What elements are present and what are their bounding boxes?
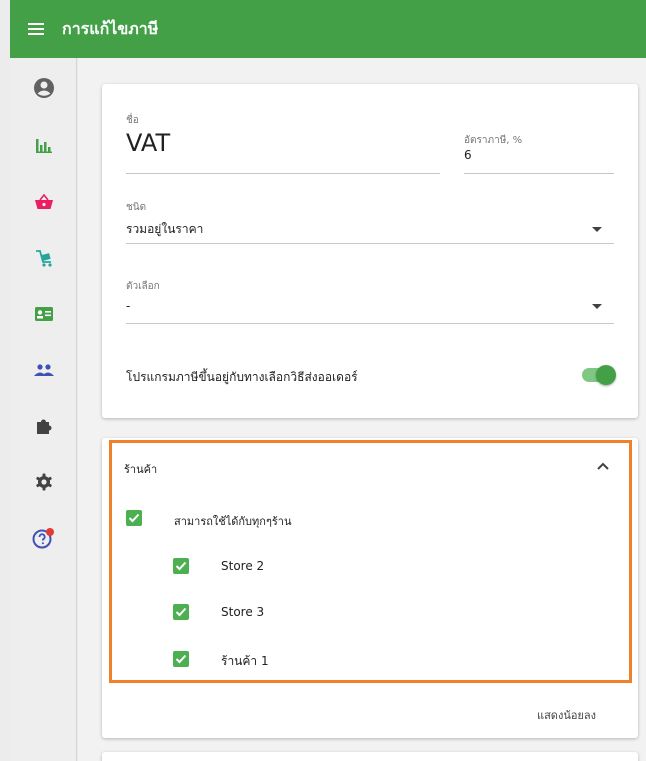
- sidebar-item-reports[interactable]: [10, 126, 77, 166]
- menu-button[interactable]: [10, 0, 62, 58]
- option-select[interactable]: ตัวเลือก -: [126, 275, 614, 324]
- sidebar-item-customers[interactable]: [10, 294, 77, 334]
- toggle-thumb: [596, 365, 616, 385]
- sidebar-item-employees[interactable]: [10, 350, 77, 390]
- dining-option-toggle-label: โปรแกรมภาษีขึ้นอยู่กับทางเลือกวิธีส่งออเ…: [126, 370, 358, 384]
- app-bar: การแก้ไขภาษี: [10, 0, 646, 58]
- rate-label: อัตราภาษี, %: [464, 135, 523, 146]
- highlight-box: [109, 440, 632, 683]
- cart-icon: [35, 250, 52, 267]
- rate-underline: [464, 173, 614, 174]
- menu-icon: [28, 23, 44, 35]
- chevron-down-icon: [592, 227, 602, 232]
- help-icon: [32, 528, 54, 549]
- chevron-down-icon: [592, 304, 602, 309]
- sidebar-item-help[interactable]: [10, 518, 77, 558]
- next-card: [102, 752, 638, 761]
- type-underline: [126, 243, 614, 244]
- shopping-basket-icon: [34, 194, 53, 209]
- page-title: การแก้ไขภาษี: [62, 18, 159, 38]
- bar-chart-icon: [35, 139, 52, 153]
- people-icon: [33, 364, 54, 376]
- settings-icon: [35, 473, 52, 491]
- dining-option-toggle[interactable]: [580, 364, 616, 386]
- sidebar-item-inventory[interactable]: [10, 238, 77, 278]
- name-label: ชื่อ: [126, 115, 139, 126]
- name-input[interactable]: VAT: [126, 129, 170, 157]
- sidebar: [10, 58, 77, 761]
- name-underline: [126, 173, 440, 174]
- puzzle-icon: [36, 419, 51, 434]
- option-label: ตัวเลือก: [126, 281, 160, 292]
- type-select[interactable]: ชนิด รวมอยู่ในราคา: [126, 196, 614, 244]
- option-value: -: [126, 299, 131, 313]
- option-underline: [126, 323, 614, 324]
- type-label: ชนิด: [126, 202, 147, 213]
- rate-input[interactable]: 6: [464, 148, 472, 162]
- account-circle-icon: [33, 78, 54, 98]
- show-less-link[interactable]: แสดงน้อยลง: [537, 706, 596, 724]
- sidebar-item-integrations[interactable]: [10, 406, 77, 446]
- contact-card-icon: [34, 307, 53, 321]
- sidebar-item-settings[interactable]: [10, 462, 77, 502]
- sidebar-item-account[interactable]: [10, 68, 77, 108]
- type-value: รวมอยู่ในราคา: [126, 222, 204, 236]
- notification-badge: [45, 528, 54, 536]
- sidebar-item-items[interactable]: [10, 182, 77, 222]
